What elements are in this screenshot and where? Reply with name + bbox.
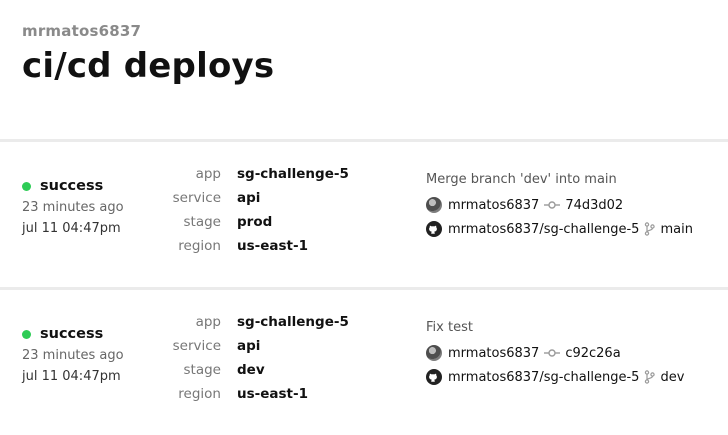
stage-key: stage [183, 214, 221, 230]
commit-message: Fix test [426, 320, 473, 335]
page-header: mrmatos6837 ci/cd deploys [22, 22, 274, 86]
app-value: sg-challenge-5 [237, 314, 349, 330]
region-value: us-east-1 [237, 386, 309, 402]
commit-info: Fix test mrmatos6837 c92c26a mrmatos6837… [426, 320, 684, 386]
app-value: sg-challenge-5 [237, 166, 349, 182]
time-ago: 23 minutes ago [22, 200, 124, 215]
commit-icon [544, 200, 561, 210]
author-link[interactable]: mrmatos6837 [448, 198, 539, 213]
status-text: success [40, 326, 104, 342]
stage-value: dev [237, 362, 265, 378]
deploy-details: app sg-challenge-5 service api stage prod r… [150, 162, 349, 258]
service-key: service [172, 190, 221, 206]
branch-link[interactable]: main [660, 222, 692, 237]
avatar [426, 197, 442, 213]
deploy-date: jul 11 04:47pm [22, 369, 121, 384]
branch-link[interactable]: dev [660, 370, 684, 385]
app-key: app [195, 166, 221, 182]
repo-link[interactable]: mrmatos6837/sg-challenge-5 [448, 370, 639, 385]
commit-hash-link[interactable]: c92c26a [565, 346, 620, 361]
stage-value: prod [237, 214, 273, 230]
avatar [426, 345, 442, 361]
github-icon [426, 369, 442, 385]
deploy-date: jul 11 04:47pm [22, 221, 121, 236]
repo-link[interactable]: mrmatos6837/sg-challenge-5 [448, 222, 639, 237]
status-column: success 23 minutes ago jul 11 04:47pm [22, 178, 124, 236]
branch-icon [644, 222, 656, 236]
stage-key: stage [183, 362, 221, 378]
status-column: success 23 minutes ago jul 11 04:47pm [22, 326, 124, 384]
time-ago: 23 minutes ago [22, 348, 124, 363]
deploy-row[interactable]: success 23 minutes ago jul 11 04:47pm ap… [0, 142, 728, 287]
region-key: region [178, 238, 221, 254]
service-value: api [237, 338, 261, 354]
commit-icon [544, 348, 561, 358]
deploy-row[interactable]: success 23 minutes ago jul 11 04:47pm ap… [0, 290, 728, 435]
status-dot-icon [22, 181, 31, 191]
commit-info: Merge branch 'dev' into main mrmatos6837… [426, 172, 693, 238]
region-value: us-east-1 [237, 238, 309, 254]
deploy-details: app sg-challenge-5 service api stage dev re… [150, 310, 349, 406]
app-key: app [195, 314, 221, 330]
branch-icon [644, 370, 656, 384]
service-value: api [237, 190, 261, 206]
page-title: ci/cd deploys [22, 46, 275, 86]
region-key: region [178, 386, 221, 402]
service-key: service [172, 338, 221, 354]
commit-message: Merge branch 'dev' into main [426, 172, 617, 187]
status-text: success [40, 178, 104, 194]
status-dot-icon [22, 329, 31, 339]
github-icon [426, 221, 442, 237]
author-link[interactable]: mrmatos6837 [448, 346, 539, 361]
commit-hash-link[interactable]: 74d3d02 [565, 198, 623, 213]
org-name[interactable]: mrmatos6837 [22, 22, 274, 40]
